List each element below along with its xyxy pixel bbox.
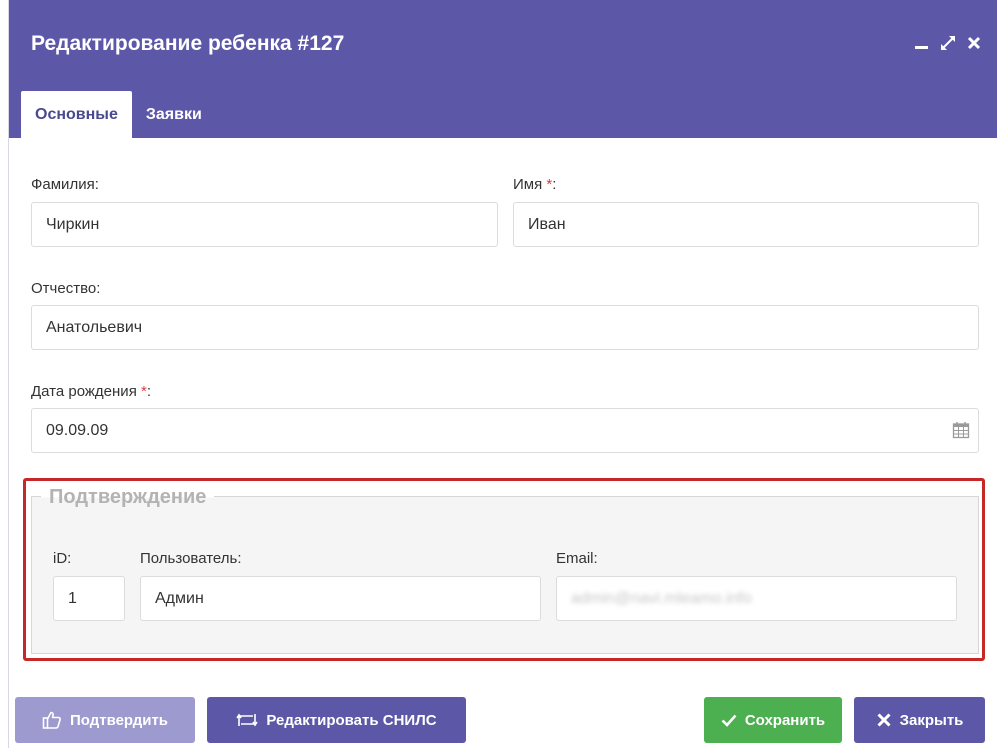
- swap-icon: [236, 711, 259, 729]
- edit-child-dialog: Редактирование ребенка #127 Основные Зая…: [8, 0, 997, 748]
- edit-snils-button[interactable]: Редактировать СНИЛС: [207, 697, 466, 743]
- user-label: Пользователь:: [140, 550, 242, 567]
- patronymic-value: Анатольевич: [46, 318, 143, 336]
- last-name-value: Чиркин: [46, 215, 100, 233]
- close-label: Закрыть: [899, 711, 964, 729]
- birth-date-value: 09.09.09: [46, 421, 109, 439]
- user-value: Админ: [155, 589, 204, 607]
- birth-date-field[interactable]: 09.09.09: [31, 408, 979, 453]
- birth-date-label: Дата рождения *:: [31, 383, 152, 400]
- dialog-header: Редактирование ребенка #127 Основные Зая…: [9, 0, 997, 138]
- dialog-title: Редактирование ребенка #127: [31, 32, 345, 55]
- close-x-icon: [876, 712, 892, 728]
- edit-snils-label: Редактировать СНИЛС: [266, 711, 437, 729]
- save-label: Сохранить: [744, 711, 826, 729]
- patronymic-label: Отчество:: [31, 280, 101, 297]
- dialog-footer: Подтвердить Редактировать СНИЛС Сохранит…: [9, 676, 997, 748]
- email-field[interactable]: admin@navi.mleamo.info: [556, 576, 957, 621]
- minimize-icon[interactable]: [912, 35, 932, 55]
- id-field[interactable]: 1: [53, 576, 125, 621]
- window-controls: [912, 34, 984, 56]
- first-name-field[interactable]: Иван: [513, 202, 979, 247]
- close-icon[interactable]: [964, 35, 984, 55]
- tab-applications[interactable]: Заявки: [132, 91, 216, 138]
- id-label: iD:: [53, 550, 72, 567]
- tab-bar: Основные Заявки: [21, 91, 216, 138]
- email-label: Email:: [556, 550, 598, 567]
- id-value: 1: [68, 589, 77, 607]
- last-name-label: Фамилия:: [31, 176, 99, 193]
- close-button[interactable]: Закрыть: [854, 697, 985, 743]
- confirmation-fieldset: [31, 496, 979, 654]
- tab-main[interactable]: Основные: [21, 91, 132, 138]
- confirmation-legend: Подтверждение: [41, 486, 215, 509]
- calendar-icon[interactable]: [952, 421, 970, 439]
- save-button[interactable]: Сохранить: [704, 697, 842, 743]
- first-name-label: Имя *:: [513, 176, 557, 193]
- confirm-label: Подтвердить: [69, 711, 169, 729]
- thumbs-up-icon: [42, 710, 62, 730]
- checkmark-icon: [721, 712, 737, 728]
- confirm-button[interactable]: Подтвердить: [15, 697, 195, 743]
- user-field[interactable]: Админ: [140, 576, 541, 621]
- patronymic-field[interactable]: Анатольевич: [31, 305, 979, 350]
- first-name-value: Иван: [528, 215, 566, 233]
- maximize-icon[interactable]: [938, 34, 958, 56]
- email-value: admin@navi.mleamo.info: [571, 589, 752, 607]
- last-name-field[interactable]: Чиркин: [31, 202, 498, 247]
